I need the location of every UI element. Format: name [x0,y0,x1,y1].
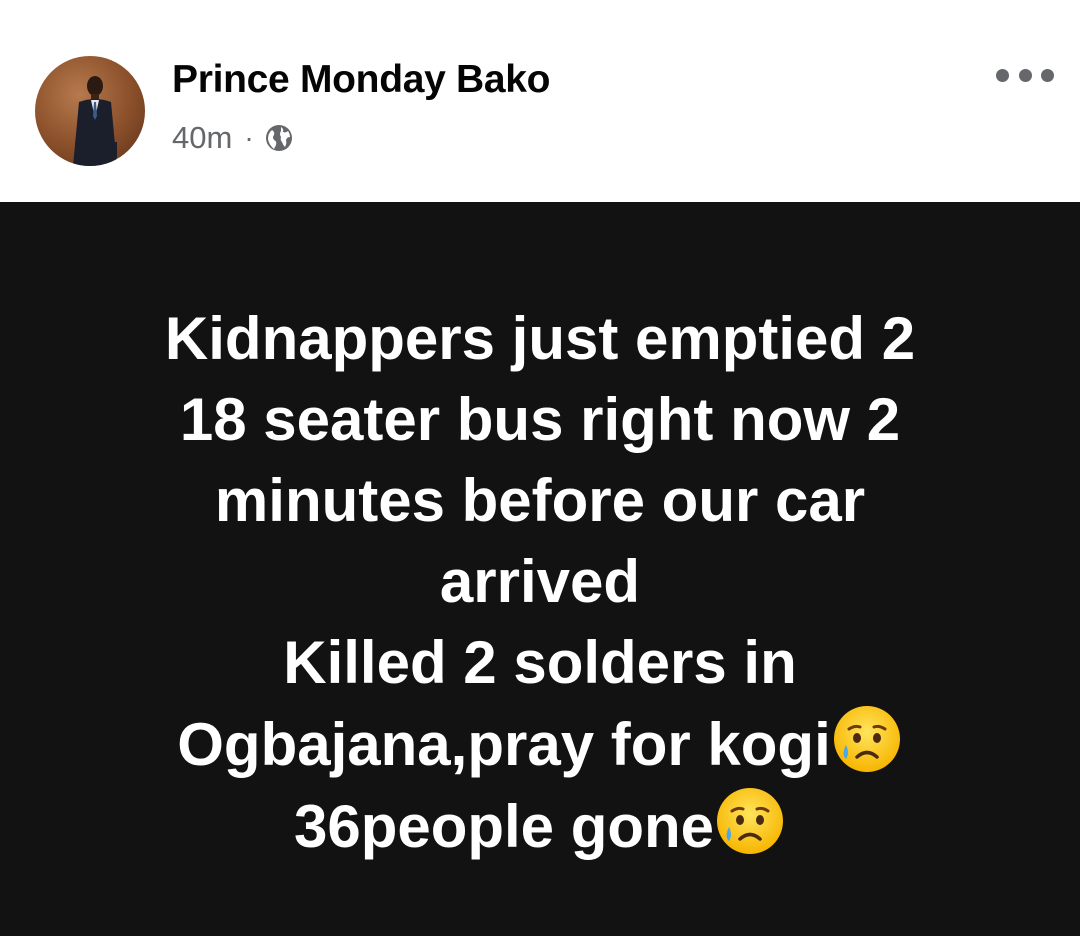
post-line-with-emoji: Ogbajana,pray for kogi [60,703,1020,785]
post-line: 18 seater bus right now 2 [179,386,901,453]
post-line: Ogbajana,pray for kogi [177,711,831,778]
post-line: minutes before our car [214,467,866,534]
more-options-icon [1041,68,1054,82]
post-line: Killed 2 solders in [283,629,797,696]
author-name[interactable]: Prince Monday Bako [172,58,551,102]
author-avatar[interactable] [35,56,145,166]
post-text: Kidnappers just emptied 2 18 seater bus … [60,298,1020,867]
person-in-suit-photo [73,76,117,166]
post-line: arrived [439,548,641,615]
more-options-icon [996,68,1009,82]
sad-but-relieved-face-icon [717,788,784,854]
post-time[interactable]: 40m [172,120,232,156]
post-line: 36people gone [293,793,715,860]
meta-separator: · [244,122,254,153]
more-options-button[interactable] [996,62,1054,88]
post-body: Kidnappers just emptied 2 18 seater bus … [0,202,1080,936]
more-options-icon [1018,68,1032,82]
post-meta: 40m · [172,118,294,158]
globe-icon[interactable] [264,123,294,153]
post-line: Kidnappers just emptied 2 [164,305,916,372]
post-line-with-emoji: 36people gone [60,785,1020,867]
sad-but-relieved-face-icon [833,706,900,772]
post-header: Prince Monday Bako 40m · [0,0,1080,202]
